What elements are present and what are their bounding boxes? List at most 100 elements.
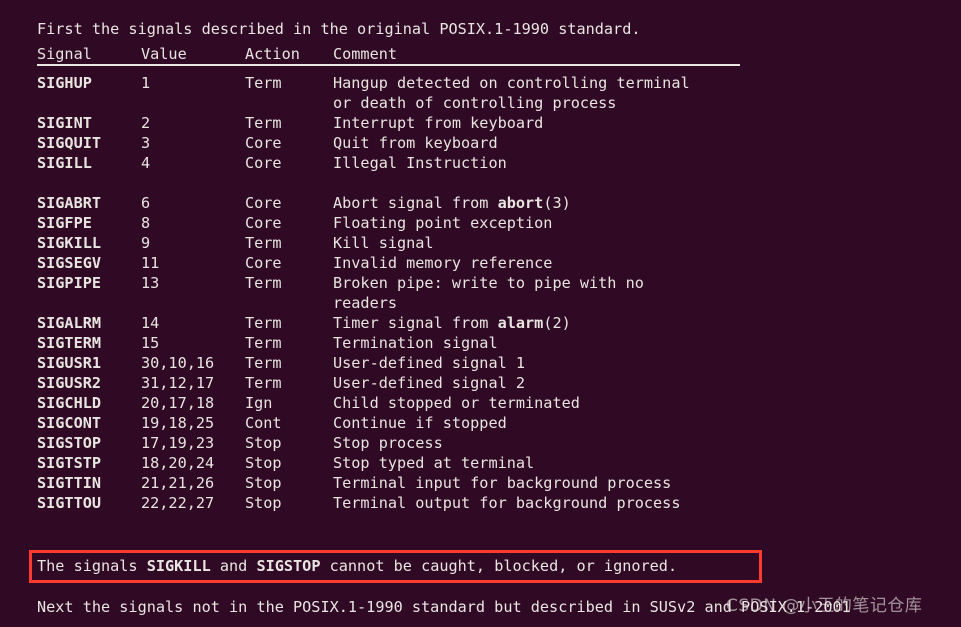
cell-value [141, 173, 245, 193]
cell-signal: SIGSTOP [37, 434, 102, 452]
cell-value: 8 [141, 214, 151, 232]
cell-value: 1 [141, 74, 151, 92]
cell-comment: Illegal Instruction [333, 154, 507, 172]
cell-action: Core [245, 134, 282, 152]
table-row: SIGALRM 14 Term Timer signal from alarm(2) [0, 313, 961, 333]
cell-signal: SIGTERM [37, 334, 102, 352]
table-row: SIGILL 4 Core Illegal Instruction [0, 153, 961, 173]
cell-value: 30,10,16 [141, 354, 215, 372]
cell-comment: Stop typed at terminal [333, 454, 535, 472]
cell-signal: SIGCHLD [37, 394, 102, 412]
table-row: SIGSTOP 17,19,23 Stop Stop process [0, 433, 961, 453]
cell-comment: User-defined signal 2 [333, 374, 526, 392]
cell-value: 18,20,24 [141, 454, 215, 472]
cell-value: 13 [141, 274, 160, 292]
cell-signal: SIGUSR2 [37, 374, 102, 392]
cell-comment: Child stopped or terminated [333, 394, 580, 412]
terminal-output-pane: First the signals described in the origi… [0, 0, 961, 627]
table-row: SIGCONT 19,18,25 Cont Continue if stopped [0, 413, 961, 433]
table-row: SIGHUP 1 Term Hangup detected on controllin… [0, 73, 961, 93]
cell-signal: SIGTSTP [37, 454, 102, 472]
cell-value: 11 [141, 254, 160, 272]
cell-action: Stop [245, 494, 282, 512]
table-row: SIGINT 2 Term Interrupt from keyboard [0, 113, 961, 133]
cell-comment: Termination signal [333, 334, 498, 352]
cell-action: Stop [245, 474, 282, 492]
cell-action: Core [245, 194, 282, 212]
table-row: SIGTERM 15 Term Termination signal [0, 333, 961, 353]
column-header-action: Action [245, 45, 300, 63]
cell-action: Term [245, 274, 282, 292]
cell-signal: SIGFPE [37, 214, 92, 232]
cell-action: Term [245, 234, 282, 252]
cell-action: Stop [245, 454, 282, 472]
cell-signal: SIGSEGV [37, 254, 102, 272]
cell-action: Term [245, 114, 282, 132]
cell-comment: Abort signal from abort(3) [333, 194, 571, 212]
cell-signal: SIGHUP [37, 74, 92, 92]
cell-value: 21,21,26 [141, 474, 215, 492]
table-row: SIGTSTP 18,20,24 Stop Stop typed at termina… [0, 453, 961, 473]
cell-value: 17,19,23 [141, 434, 215, 452]
cell-comment: Floating point exception [333, 214, 553, 232]
cell-signal: SIGABRT [37, 194, 102, 212]
intro-paragraph: First the signals described in the origi… [37, 20, 641, 38]
warning-text: The signals SIGKILL and SIGSTOP cannot b… [37, 557, 678, 575]
cell-comment-continuation: or death of controlling process [333, 94, 617, 112]
cell-value: 2 [141, 114, 151, 132]
cell-value: 9 [141, 234, 151, 252]
cell-signal: SIGPIPE [37, 274, 102, 292]
cell-comment: User-defined signal 1 [333, 354, 526, 372]
cell-comment: Hangup detected on controlling terminal [333, 74, 690, 92]
table-row: SIGTTIN 21,21,26 Stop Terminal input for ba… [0, 473, 961, 493]
cell-action: Ign [245, 394, 273, 412]
table-row: SIGSEGV 11 Core Invalid memory reference [0, 253, 961, 273]
cell-action: Cont [245, 414, 282, 432]
cell-comment-emphasis: abort [497, 194, 544, 212]
table-row: SIGFPE 8 Core Floating point exception [0, 213, 961, 233]
warning-signal-sigstop: SIGSTOP [256, 557, 321, 575]
signal-table-body: SIGHUP 1 Term Hangup detected on controllin… [0, 73, 961, 513]
cell-action: Core [245, 214, 282, 232]
table-row: SIGUSR1 30,10,16 Term User-defined signal 1 [0, 353, 961, 373]
cell-comment-continuation: readers [333, 294, 398, 312]
cell-value: 15 [141, 334, 160, 352]
cell-comment: Invalid memory reference [333, 254, 553, 272]
table-row: SIGTTOU 22,22,27 Stop Terminal output for b… [0, 493, 961, 513]
cell-comment: Stop process [333, 434, 443, 452]
cell-action: Term [245, 314, 282, 332]
cell-value: 4 [141, 154, 151, 172]
table-row: SIGABRT 6 Core Abort signal from abort(3) [0, 193, 961, 213]
cell-signal: SIGKILL [37, 234, 102, 252]
cell-comment: Kill signal [333, 234, 434, 252]
table-row: SIGCHLD 20,17,18 Ign Child stopped or termi… [0, 393, 961, 413]
column-header-value: Value [141, 45, 187, 63]
cell-signal: SIGQUIT [37, 134, 102, 152]
cell-action: Term [245, 334, 282, 352]
table-header-divider [0, 64, 961, 73]
cell-value: 14 [141, 314, 160, 332]
cell-value: 3 [141, 134, 151, 152]
cell-value: 19,18,25 [141, 414, 215, 432]
cell-comment: Interrupt from keyboard [333, 114, 544, 132]
cell-action: Term [245, 374, 282, 392]
column-header-signal: Signal [37, 45, 92, 63]
warning-signal-sigkill: SIGKILL [146, 557, 211, 575]
cell-comment: Broken pipe: write to pipe with no [333, 274, 644, 292]
cell-comment: Terminal output for background process [333, 494, 681, 512]
table-row: SIGKILL 9 Term Kill signal [0, 233, 961, 253]
cell-comment [333, 173, 961, 193]
cell-signal: SIGINT [37, 114, 92, 132]
cell-action: Stop [245, 434, 282, 452]
cell-signal: SIGUSR1 [37, 354, 102, 372]
table-row: SIGPIPE 13 Term Broken pipe: write to pipe … [0, 273, 961, 293]
cell-comment: Terminal input for background process [333, 474, 672, 492]
table-row: SIGUSR2 31,12,17 Term User-defined signal 2 [0, 373, 961, 393]
cell-action: Core [245, 154, 282, 172]
cell-action [245, 173, 333, 193]
cell-comment: Quit from keyboard [333, 134, 498, 152]
cell-comment-emphasis: alarm [497, 314, 544, 332]
cell-signal: SIGCONT [37, 414, 102, 432]
cell-comment: Timer signal from alarm(2) [333, 314, 571, 332]
cell-signal: SIGTTOU [37, 494, 102, 512]
